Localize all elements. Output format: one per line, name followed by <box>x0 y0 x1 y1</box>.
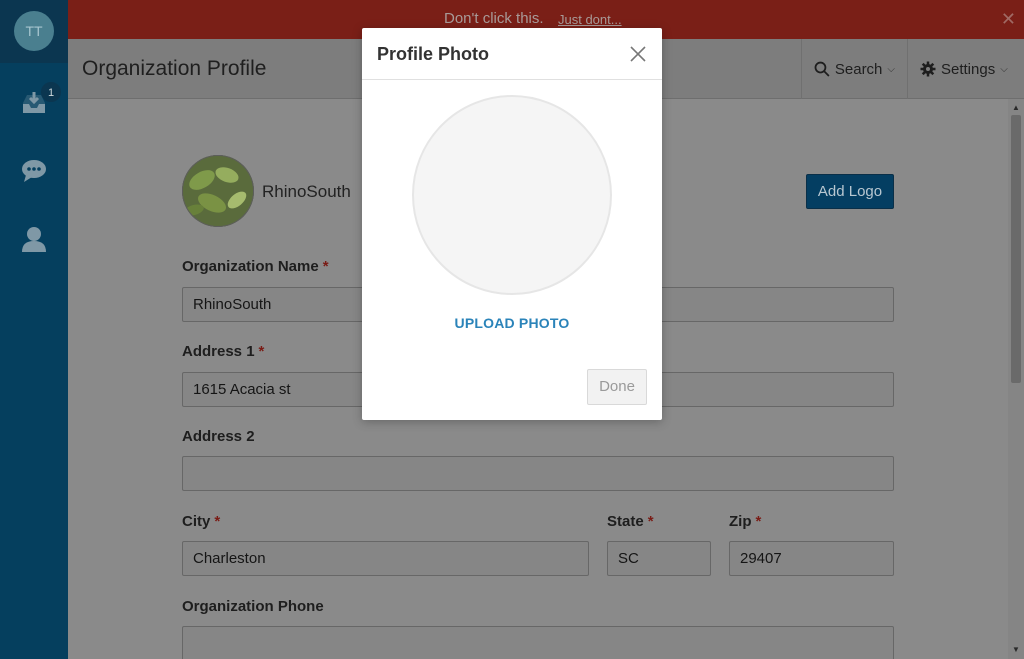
avatar[interactable]: TT <box>14 11 54 51</box>
scrollbar[interactable]: ▲ ▼ <box>1008 99 1024 659</box>
profile-photo-modal: Profile Photo UPLOAD PHOTO Done <box>362 28 662 420</box>
done-button[interactable]: Done <box>587 369 647 405</box>
org-name-label: Organization Name * <box>182 258 329 275</box>
chevron-down-icon: ⌵ <box>1000 63 1008 75</box>
scroll-up-icon[interactable]: ▲ <box>1012 103 1020 112</box>
sidebar: TT 1 <box>0 0 68 659</box>
search-button[interactable]: Search ⌵ <box>801 39 907 99</box>
user-icon[interactable] <box>19 224 49 254</box>
banner-text: Don't click this. <box>444 10 544 27</box>
search-icon <box>814 61 830 77</box>
close-icon[interactable] <box>628 44 648 64</box>
modal-title: Profile Photo <box>377 44 489 64</box>
state-input[interactable]: SC <box>607 541 711 576</box>
add-logo-button[interactable]: Add Logo <box>806 174 894 209</box>
settings-button[interactable]: Settings ⌵ <box>907 39 1024 99</box>
organization-name-display: RhinoSouth <box>262 182 351 201</box>
modal-header: Profile Photo <box>362 28 662 80</box>
organization-logo <box>182 155 254 227</box>
gear-icon <box>920 61 936 77</box>
page-title: Organization Profile <box>82 57 267 80</box>
close-icon[interactable]: ✕ <box>1001 9 1016 30</box>
scroll-down-icon[interactable]: ▼ <box>1012 645 1020 654</box>
zip-input[interactable]: 29407 <box>729 541 894 576</box>
chevron-down-icon: ⌵ <box>887 63 895 75</box>
settings-label: Settings <box>941 60 996 78</box>
city-label: City * <box>182 513 221 530</box>
state-label: State * <box>607 513 654 530</box>
upload-photo-link[interactable]: UPLOAD PHOTO <box>362 315 662 331</box>
phone-input[interactable] <box>182 626 894 659</box>
photo-preview <box>412 95 612 295</box>
address1-label: Address 1 * <box>182 343 265 360</box>
phone-label: Organization Phone <box>182 598 324 615</box>
inbox-count-badge: 1 <box>41 82 61 102</box>
sidebar-header: TT <box>0 0 68 63</box>
search-label: Search <box>834 60 883 78</box>
city-input[interactable]: Charleston <box>182 541 589 576</box>
address2-input[interactable] <box>182 456 894 491</box>
banner-link[interactable]: Just dont... <box>558 12 622 27</box>
scrollbar-thumb[interactable] <box>1011 115 1021 383</box>
chat-icon[interactable] <box>19 156 49 186</box>
address2-label: Address 2 <box>182 428 255 445</box>
zip-label: Zip * <box>729 513 762 530</box>
